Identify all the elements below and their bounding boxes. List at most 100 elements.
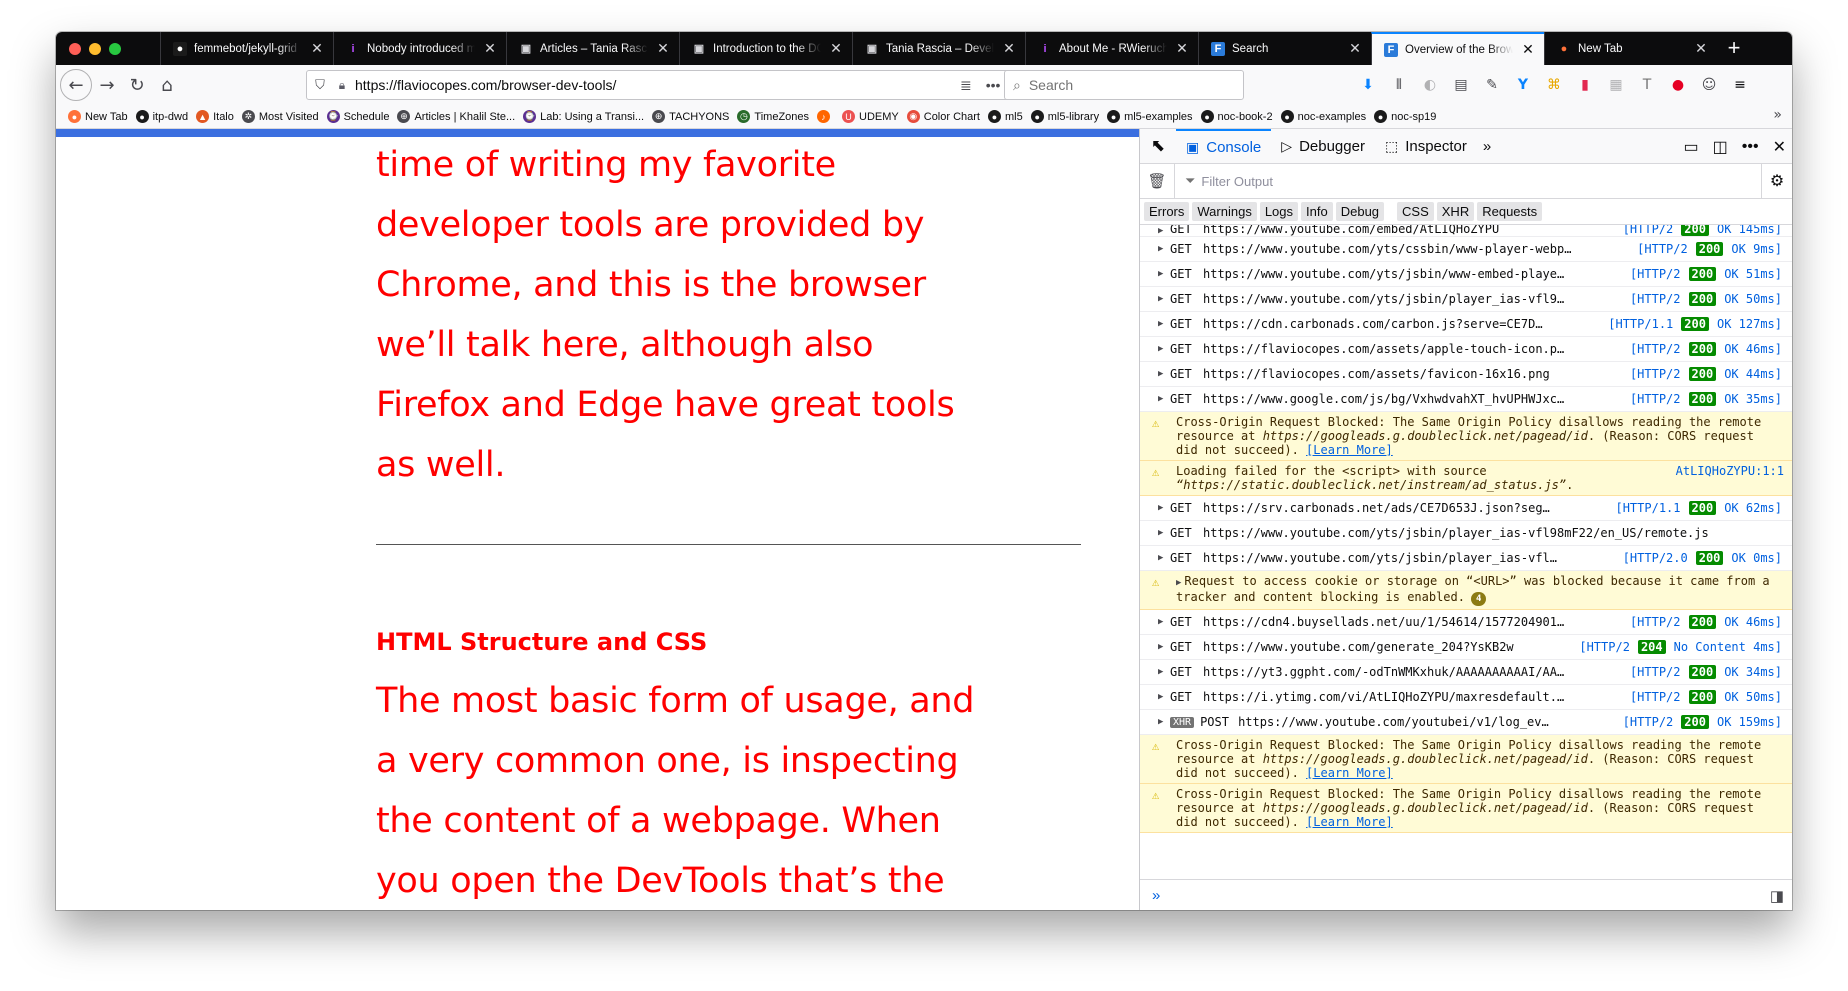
browser-tab[interactable]: F Search ✕	[1198, 32, 1371, 65]
network-log-row[interactable]: ▶ GET https://cdn.carbonads.com/carbon.js?…	[1140, 312, 1792, 337]
bookmark-item[interactable]: ● ml5	[988, 110, 1023, 123]
editor-mode-icon[interactable]: ◨	[1770, 887, 1784, 905]
expand-arrow-icon[interactable]: ▶	[1158, 269, 1170, 279]
page-actions-icon[interactable]: •••	[986, 77, 1001, 93]
tab-close-icon[interactable]: ✕	[1693, 40, 1709, 57]
bookmark-item[interactable]: ♪	[817, 110, 834, 123]
dock-side-icon[interactable]: ◫	[1713, 137, 1728, 157]
browser-tab[interactable]: i About Me - RWieruch ✕	[1025, 32, 1198, 65]
minimize-window-button[interactable]	[89, 42, 101, 55]
request-url[interactable]: https://www.youtube.com/embed/AtLIQHoZYP…	[1203, 225, 1623, 236]
browser-tab[interactable]: ● New Tab ✕	[1544, 32, 1717, 65]
bookmark-item[interactable]: ⌚ Schedule	[326, 110, 389, 123]
forward-button[interactable]: →	[92, 70, 122, 100]
request-url[interactable]: https://www.youtube.com/yts/jsbin/www-em…	[1203, 267, 1630, 281]
bookmark-item[interactable]: ⌚ Lab: Using a Transi...	[523, 110, 644, 123]
console-input[interactable]: » ◨	[1140, 879, 1792, 910]
network-log-row[interactable]: ▶ GET https://www.youtube.com/yts/jsbin/pl…	[1140, 546, 1792, 571]
network-log-row[interactable]: ▶ GET https://www.google.com/js/bg/Vxhwdva…	[1140, 387, 1792, 412]
network-log-row[interactable]: ▶ GET https://cdn4.buysellads.net/uu/1/546…	[1140, 610, 1792, 635]
request-url[interactable]: https://www.youtube.com/youtubei/v1/log_…	[1238, 715, 1623, 729]
eyedropper-icon[interactable]: ✎	[1480, 73, 1504, 97]
network-log-row[interactable]: ▶ GET https://yt3.ggpht.com/-odTnWMKxhuk/A…	[1140, 660, 1792, 685]
request-url[interactable]: https://srv.carbonads.net/ads/CE7D653J.j…	[1203, 501, 1615, 515]
bookmark-item[interactable]: ● itp-dwd	[135, 110, 188, 123]
network-log-row[interactable]: ▶ GET https://www.youtube.com/yts/cssbin/w…	[1140, 237, 1792, 262]
filter-requests-button[interactable]: Requests	[1477, 202, 1543, 221]
browser-tab[interactable]: ▣ Introduction to the DOM ✕	[679, 32, 852, 65]
network-log-row[interactable]: ▶ GET https://www.youtube.com/yts/jsbin/pl…	[1140, 521, 1792, 546]
request-url[interactable]: https://www.youtube.com/yts/jsbin/player…	[1203, 292, 1630, 306]
learn-more-link[interactable]: [Learn More]	[1306, 443, 1393, 457]
console-settings-gear-icon[interactable]: ⚙	[1762, 171, 1792, 191]
expand-arrow-icon[interactable]: ▶	[1158, 503, 1170, 513]
filter-css-button[interactable]: CSS	[1397, 202, 1434, 221]
bookmark-item[interactable]: U UDEMY	[842, 110, 899, 123]
home-button[interactable]: ⌂	[152, 70, 182, 100]
url-bar[interactable]: ⛉ 🔒︎ https://flaviocopes.com/browser-dev…	[306, 70, 1038, 100]
clear-console-trash-icon[interactable]: 🗑︎	[1140, 172, 1174, 190]
bookmark-item[interactable]: ● noc-book-2	[1200, 110, 1273, 123]
tab-close-icon[interactable]: ✕	[1520, 41, 1536, 58]
network-log-row[interactable]: ▶ GET https://srv.carbonads.net/ads/CE7D65…	[1140, 496, 1792, 521]
bookmark-item[interactable]: ✲ Most Visited	[241, 110, 319, 123]
browser-tab[interactable]: ▣ Tania Rascia – Developer ✕	[852, 32, 1025, 65]
request-url[interactable]: https://www.youtube.com/yts/jsbin/player…	[1203, 526, 1792, 540]
request-url[interactable]: https://www.youtube.com/generate_204?YsK…	[1203, 640, 1579, 654]
browser-tab[interactable]: F Overview of the Browser ✕	[1371, 32, 1544, 65]
filter-errors-button[interactable]: Errors	[1144, 202, 1190, 221]
extension-badge-icon[interactable]: ⌘	[1542, 73, 1566, 97]
bookmarks-overflow-button[interactable]: »	[1773, 107, 1782, 123]
tab-close-icon[interactable]: ✕	[1001, 40, 1017, 57]
expand-arrow-icon[interactable]: ▶	[1158, 528, 1170, 538]
zoom-window-button[interactable]	[109, 42, 121, 55]
request-url[interactable]: https://www.youtube.com/yts/jsbin/player…	[1203, 551, 1623, 565]
extension-y-icon[interactable]: Y	[1511, 73, 1535, 97]
network-log-row[interactable]: ▶ GET https://flaviocopes.com/assets/apple…	[1140, 337, 1792, 362]
expand-arrow-icon[interactable]: ▶	[1158, 553, 1170, 563]
close-devtools-icon[interactable]: ✕	[1773, 137, 1786, 157]
lock-icon[interactable]: 🔒︎	[333, 78, 351, 93]
learn-more-link[interactable]: [Learn More]	[1306, 815, 1393, 829]
downloads-icon[interactable]: ⬇	[1356, 73, 1380, 97]
tab-close-icon[interactable]: ✕	[1347, 40, 1363, 57]
back-button[interactable]: ←	[60, 69, 92, 101]
tracking-protection-shield-icon[interactable]: ⛉	[307, 77, 333, 93]
split-console-icon[interactable]: ▭	[1684, 137, 1699, 157]
extension-red-icon[interactable]: ▮	[1573, 73, 1597, 97]
devtools-tab-debugger[interactable]: ▷ Debugger	[1271, 129, 1375, 164]
bookmark-item[interactable]: ● noc-sp19	[1374, 110, 1436, 123]
filter-warnings-button[interactable]: Warnings	[1192, 202, 1257, 221]
bookmark-item[interactable]: ◷ TimeZones	[737, 110, 809, 123]
request-url[interactable]: https://yt3.ggpht.com/-odTnWMKxhuk/AAAAA…	[1203, 665, 1630, 679]
bookmark-item[interactable]: ● noc-examples	[1280, 110, 1366, 123]
filter-debug-button[interactable]: Debug	[1335, 202, 1385, 221]
request-url[interactable]: https://www.youtube.com/yts/cssbin/www-p…	[1203, 242, 1637, 256]
library-icon[interactable]: ⫴	[1387, 73, 1411, 97]
url-text[interactable]: https://flaviocopes.com/browser-dev-tool…	[351, 77, 960, 93]
filter-info-button[interactable]: Info	[1301, 202, 1333, 221]
network-log-row[interactable]: ▶ GET https://www.youtube.com/generate_204…	[1140, 635, 1792, 660]
filter-xhr-button[interactable]: XHR	[1436, 202, 1475, 221]
tab-close-icon[interactable]: ✕	[1174, 40, 1190, 57]
extension-shield-icon[interactable]: ◐	[1418, 73, 1442, 97]
filter-logs-button[interactable]: Logs	[1259, 202, 1299, 221]
close-window-button[interactable]	[69, 42, 81, 55]
request-url[interactable]: https://flaviocopes.com/assets/favicon-1…	[1203, 367, 1630, 381]
bookmark-item[interactable]: ▲ Italo	[196, 110, 234, 123]
bookmark-item[interactable]: ⊕ TACHYONS	[652, 110, 729, 123]
request-url[interactable]: https://i.ytimg.com/vi/AtLIQHoZYPU/maxre…	[1203, 690, 1630, 704]
filter-output-field[interactable]: ⏷	[1174, 163, 1762, 199]
filter-output-input[interactable]	[1201, 173, 1602, 189]
expand-arrow-icon[interactable]: ▶	[1158, 294, 1170, 304]
source-location-link[interactable]: AtLIQHoZYPU:1:1	[1676, 464, 1784, 478]
browser-tab[interactable]: ● femmebot/jekyll-grid ✕	[160, 32, 333, 65]
tab-close-icon[interactable]: ✕	[828, 40, 844, 57]
menu-icon[interactable]: ≡	[1728, 73, 1752, 97]
search-bar[interactable]: ⌕	[1004, 70, 1244, 100]
bookmark-item[interactable]: ● New Tab	[68, 110, 128, 123]
tab-close-icon[interactable]: ✕	[655, 40, 671, 57]
pinterest-icon[interactable]: ●	[1666, 73, 1690, 97]
reload-button[interactable]: ↻	[122, 70, 152, 100]
extension-grid-icon[interactable]: ▦	[1604, 73, 1628, 97]
